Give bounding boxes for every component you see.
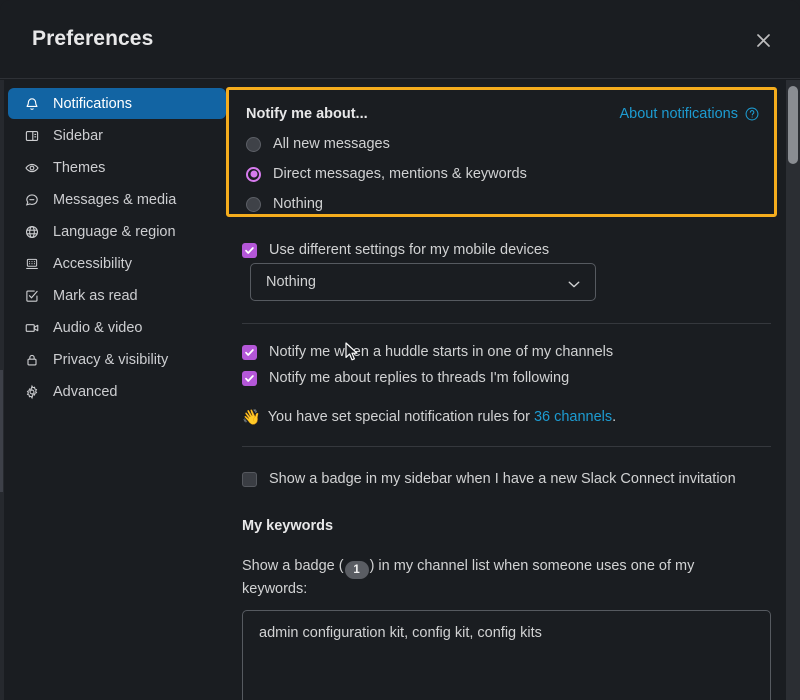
keywords-description: Show a badge (1) in my channel list when… (242, 556, 712, 600)
my-keywords-heading: My keywords (242, 518, 334, 534)
sidebar-item-audio-video[interactable]: Audio & video (8, 312, 226, 343)
dialog-header: Preferences (0, 0, 800, 79)
sidebar-item-label: Mark as read (53, 287, 138, 304)
sidebar-item-accessibility[interactable]: Accessibility (8, 248, 226, 279)
sidebar-item-themes[interactable]: Themes (8, 152, 226, 183)
checkbox-label: Notify me about replies to threads I'm f… (269, 370, 570, 386)
select-value: Nothing (266, 274, 316, 290)
sidebar-item-messages-media[interactable]: Messages & media (8, 184, 226, 215)
channels-link[interactable]: 36 channels (534, 409, 612, 425)
sidebar-item-advanced[interactable]: Advanced (8, 376, 226, 407)
lock-icon (22, 350, 42, 370)
sidebar-item-label: Audio & video (53, 319, 143, 336)
settings-content: Notify me about... About notifications A… (226, 80, 786, 700)
badge-count: 1 (344, 561, 369, 580)
about-notifications-link[interactable]: About notifications (620, 106, 761, 122)
special-rules-text: You have set special notification rules … (268, 409, 617, 425)
sidebar-item-notifications[interactable]: Notifications (8, 88, 226, 119)
sidebar-item-label: Advanced (53, 383, 118, 400)
checkbox-indicator (242, 370, 257, 386)
question-circle-icon (744, 106, 760, 122)
sidebar-item-label: Accessibility (53, 255, 132, 272)
check-square-icon (22, 286, 42, 306)
accessibility-icon (22, 254, 42, 274)
content-scrollbar-track[interactable] (786, 80, 800, 700)
radio-indicator (246, 166, 261, 182)
checkbox-label: Use different settings for my mobile dev… (269, 242, 550, 258)
radio-label: Nothing (273, 196, 323, 212)
page-title: Preferences (32, 27, 154, 50)
sidebar-item-label: Sidebar (53, 127, 103, 144)
bell-icon (22, 94, 42, 114)
keywords-input[interactable]: admin configuration kit, config kit, con… (242, 610, 771, 700)
mobile-notification-select[interactable]: Nothing (250, 263, 596, 301)
mouse-cursor (345, 342, 359, 367)
radio-label: Direct messages, mentions & keywords (273, 166, 527, 182)
checkbox-indicator (242, 471, 257, 487)
special-rules-note: 👋 You have set special notification rule… (242, 409, 616, 425)
radio-indicator (246, 196, 261, 212)
sidebar-item-sidebar[interactable]: Sidebar (8, 120, 226, 151)
sidebar-item-language-region[interactable]: Language & region (8, 216, 226, 247)
sidebar-icon (22, 126, 42, 146)
keywords-value: admin configuration kit, config kit, con… (259, 625, 542, 641)
checkbox-indicator (242, 242, 257, 258)
special-rules-suffix: . (612, 409, 617, 425)
preferences-dialog: Preferences Notifications Sidebar Themes… (0, 0, 800, 700)
divider (242, 323, 771, 324)
chevron-down-icon (567, 277, 581, 295)
chat-bubble-icon (22, 190, 42, 210)
sidebar-item-label: Language & region (53, 223, 176, 240)
checkbox-label: Show a badge in my sidebar when I have a… (269, 471, 736, 487)
radio-all-new-messages[interactable]: All new messages (246, 136, 390, 152)
sidebar-item-privacy-visibility[interactable]: Privacy & visibility (8, 344, 226, 375)
sidebar-item-mark-as-read[interactable]: Mark as read (8, 280, 226, 311)
eye-icon (22, 158, 42, 178)
special-rules-prefix: You have set special notification rules … (267, 409, 534, 425)
checkbox-huddle-start[interactable]: Notify me when a huddle starts in one of… (242, 344, 613, 360)
content-scrollbar-thumb[interactable] (788, 86, 798, 164)
radio-direct-messages-mentions-keywords[interactable]: Direct messages, mentions & keywords (246, 166, 527, 182)
radio-nothing[interactable]: Nothing (246, 196, 323, 212)
sidebar-scrollbar-thumb[interactable] (0, 370, 3, 492)
about-notifications-label: About notifications (619, 106, 739, 122)
notify-me-heading: Notify me about... (246, 106, 368, 122)
checkbox-label: Notify me when a huddle starts in one of… (269, 344, 614, 360)
radio-label: All new messages (273, 136, 390, 152)
video-camera-icon (22, 318, 42, 338)
checkbox-indicator (242, 344, 257, 360)
sidebar-item-label: Themes (53, 159, 106, 176)
sidebar-item-label: Privacy & visibility (53, 351, 169, 368)
globe-icon (22, 222, 42, 242)
divider (242, 446, 771, 447)
radio-indicator (246, 136, 261, 152)
gear-icon (22, 382, 42, 402)
sidebar-item-label: Notifications (53, 95, 132, 112)
sidebar-scrollbar-track[interactable] (0, 80, 4, 700)
notify-me-about-panel: Notify me about... About notifications A… (226, 87, 777, 217)
close-icon[interactable] (748, 25, 778, 55)
waving-hand-icon: 👋 (242, 408, 261, 426)
sidebar-item-label: Messages & media (53, 191, 177, 208)
settings-sidebar: Notifications Sidebar Themes Messages & … (8, 88, 226, 408)
keywords-desc-prefix: Show a badge ( (242, 558, 344, 574)
checkbox-mobile-settings[interactable]: Use different settings for my mobile dev… (242, 242, 549, 258)
checkbox-thread-replies[interactable]: Notify me about replies to threads I'm f… (242, 370, 569, 386)
checkbox-slack-connect-badge[interactable]: Show a badge in my sidebar when I have a… (242, 471, 736, 487)
